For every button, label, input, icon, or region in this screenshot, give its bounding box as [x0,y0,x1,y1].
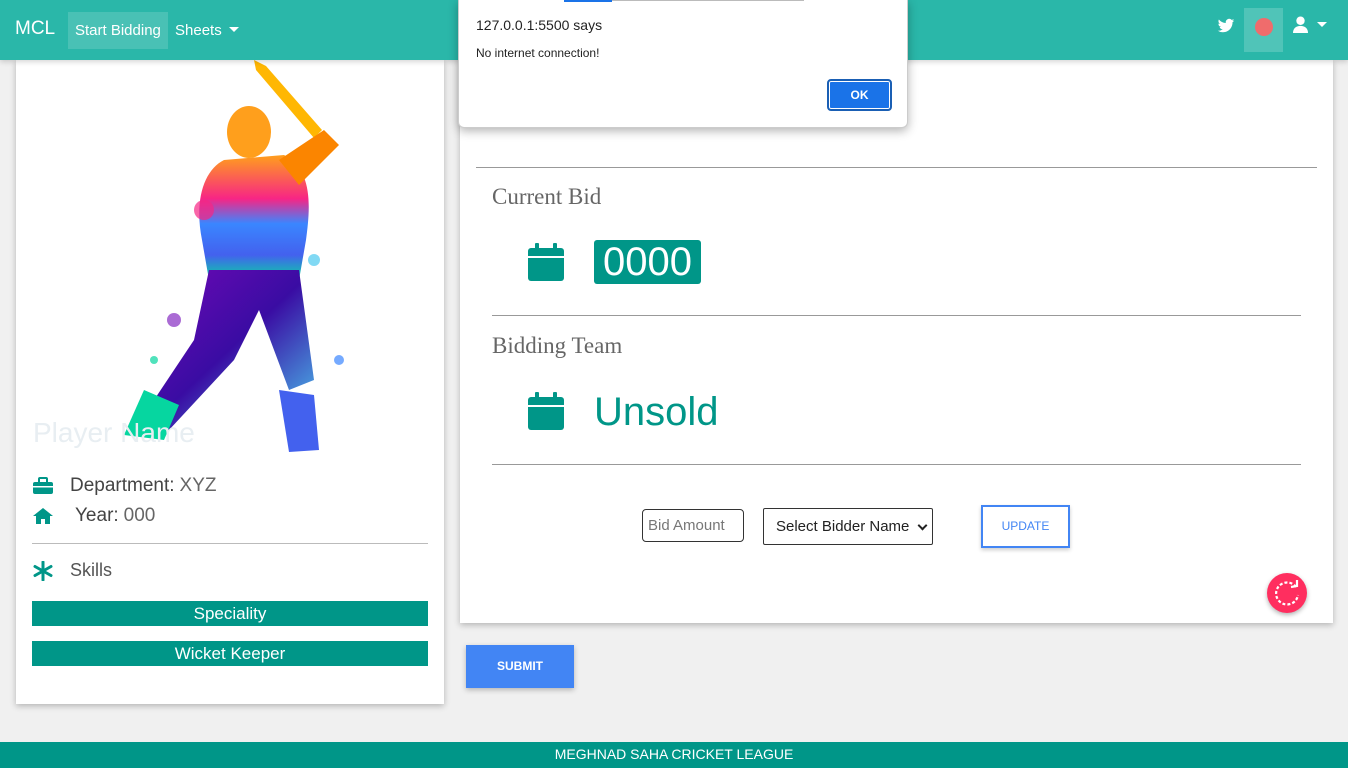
refresh-button[interactable] [1267,573,1307,613]
user-icon[interactable] [1293,16,1308,33]
nav-sheets-label: Sheets [175,22,222,39]
bidder-name-select-value: Select Bidder Name [776,518,910,535]
bidder-name-select[interactable]: Select Bidder Name [763,508,933,545]
asterisk-icon [33,560,53,581]
chevron-down-icon [228,27,239,32]
update-button[interactable]: UPDATE [981,505,1070,548]
bid-amount-input[interactable] [642,509,744,542]
year-value: 000 [123,505,156,526]
current-bid-label: Current Bid [492,184,602,209]
dialog-top-accent [564,0,612,2]
divider [492,315,1301,316]
twitter-icon[interactable] [1217,17,1235,35]
nav-sheets-dropdown[interactable]: Sheets [168,12,246,49]
alert-dialog: 127.0.0.1:5500 says No internet connecti… [458,0,908,128]
bidding-team-value: Unsold [594,390,719,434]
alert-origin: 127.0.0.1:5500 says [476,17,603,33]
home-icon [33,508,53,524]
ok-button[interactable]: OK [827,79,892,111]
footer: MEGHNAD SAHA CRICKET LEAGUE [0,742,1348,768]
submit-button[interactable]: SUBMIT [466,645,574,688]
divider [492,464,1301,465]
department-label: Department: [70,475,175,496]
briefcase-icon [33,477,53,494]
bidding-card: Current Bid 0000 Bidding Team Unsold Sel… [460,60,1333,623]
current-bid-value: 0000 [594,240,701,284]
skills-row: Skills [33,560,112,581]
nav-start-bidding[interactable]: Start Bidding [68,12,168,49]
divider [476,167,1317,168]
skill-badge-speciality: Speciality [32,601,428,626]
brand-logo[interactable]: MCL [15,18,55,40]
skills-label: Skills [70,560,113,580]
bidding-team-label: Bidding Team [492,333,623,358]
year-row: Year: 000 [33,505,155,527]
skill-badge-wicket-keeper: Wicket Keeper [32,641,428,666]
batsman-illustration [124,60,344,452]
player-name: Player Name [33,417,195,448]
alert-message: No internet connection! [476,46,600,60]
department-value: XYZ [179,475,217,496]
chevron-down-icon [917,520,928,531]
department-row: Department: XYZ [33,475,217,497]
divider [32,543,428,544]
status-dot-icon [1255,18,1273,36]
year-label: Year: [75,505,119,526]
refresh-icon [1275,580,1300,606]
connection-status-button[interactable] [1244,8,1283,52]
calendar-icon [528,243,564,281]
calendar-icon [528,392,564,430]
user-chevron-down-icon[interactable] [1317,22,1327,27]
player-card: Player Name Department: XYZ Year: 000 Sk… [16,60,444,704]
